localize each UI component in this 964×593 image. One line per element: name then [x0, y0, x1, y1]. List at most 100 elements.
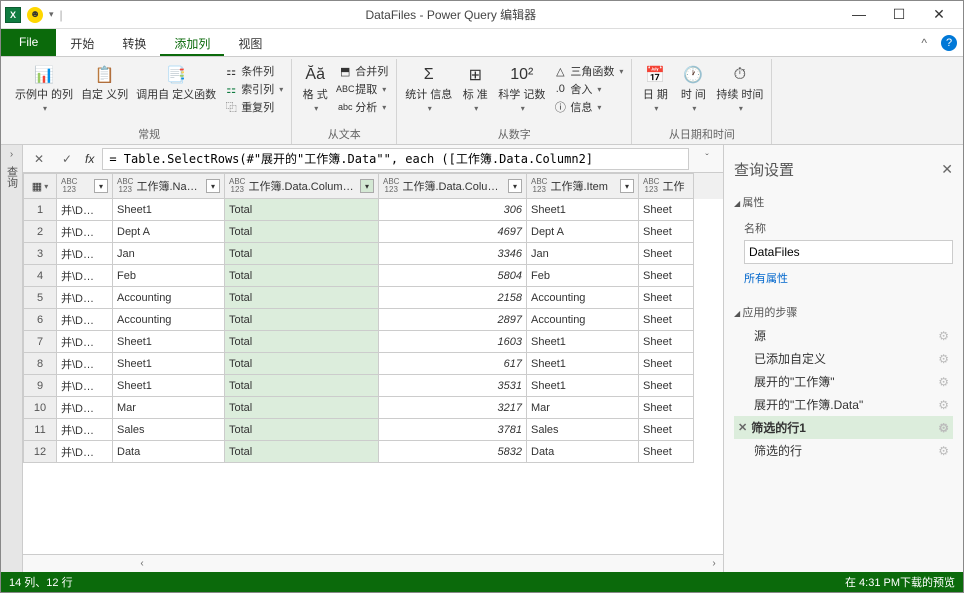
cell[interactable]: 4697 — [379, 221, 527, 243]
cell[interactable]: Total — [225, 419, 379, 441]
cell[interactable]: Data — [113, 441, 225, 463]
cell[interactable]: Sheet1 — [113, 375, 225, 397]
cell[interactable]: Feb — [527, 265, 639, 287]
applied-step[interactable]: 已添加自定义⚙ — [734, 347, 953, 370]
merge-columns-button[interactable]: ⬒合并列 — [338, 63, 388, 79]
properties-section[interactable]: 属性 — [734, 188, 953, 214]
duplicate-column-button[interactable]: ⿻重复列 — [224, 99, 283, 115]
maximize-button[interactable]: ☐ — [879, 6, 919, 23]
row-number[interactable]: 11 — [23, 419, 57, 441]
format-button[interactable]: Ăă格 式▾ — [300, 63, 330, 113]
cell[interactable]: Sheet — [639, 265, 694, 287]
cell[interactable]: Total — [225, 221, 379, 243]
index-column-button[interactable]: ⚏索引列▾ — [224, 81, 283, 97]
cell[interactable]: 5804 — [379, 265, 527, 287]
applied-step[interactable]: 筛选的行⚙ — [734, 439, 953, 462]
queries-rail[interactable]: › 查询 — [1, 145, 23, 572]
cell[interactable]: Sheet — [639, 397, 694, 419]
row-number[interactable]: 10 — [23, 397, 57, 419]
table-row[interactable]: 7并\D…Sheet1Total1603Sheet1Sheet — [23, 331, 723, 353]
horizontal-scrollbar[interactable]: ‹ › — [23, 554, 723, 572]
table-row[interactable]: 2并\D…Dept ATotal4697Dept ASheet — [23, 221, 723, 243]
table-row[interactable]: 1并\D…Sheet1Total306Sheet1Sheet — [23, 199, 723, 221]
cell[interactable]: Total — [225, 199, 379, 221]
cell[interactable]: Sheet — [639, 441, 694, 463]
datatype-icon[interactable]: ABC123 — [229, 178, 245, 194]
row-number[interactable]: 7 — [23, 331, 57, 353]
delete-step-icon[interactable]: ✕ — [738, 421, 747, 434]
information-button[interactable]: ⓘ信息▾ — [553, 99, 623, 115]
gear-icon[interactable]: ⚙ — [938, 375, 949, 389]
cell[interactable]: Sheet — [639, 309, 694, 331]
datatype-icon[interactable]: ABC123 — [117, 178, 133, 194]
table-row[interactable]: 3并\D…JanTotal3346JanSheet — [23, 243, 723, 265]
tab-add-column[interactable]: 添加列 — [160, 29, 224, 56]
column-header[interactable]: ABC123▾ — [57, 173, 113, 199]
cell[interactable]: Sheet — [639, 375, 694, 397]
cell[interactable]: 并\D… — [57, 221, 113, 243]
datatype-icon[interactable]: ABC123 — [643, 178, 659, 194]
applied-step[interactable]: 展开的"工作簿.Data"⚙ — [734, 393, 953, 416]
row-number[interactable]: 4 — [23, 265, 57, 287]
close-pane-icon[interactable]: ✕ — [941, 161, 953, 178]
cell[interactable]: Mar — [113, 397, 225, 419]
cell[interactable]: Sheet1 — [527, 199, 639, 221]
filter-dropdown-icon[interactable]: ▾ — [94, 179, 108, 193]
help-icon[interactable]: ? — [941, 35, 957, 51]
datatype-icon[interactable]: ABC123 — [531, 178, 547, 194]
standard-button[interactable]: ⊞标 准▾ — [460, 63, 490, 113]
cell[interactable]: 3217 — [379, 397, 527, 419]
column-header[interactable]: ABC123工作簿.Item▾ — [527, 173, 639, 199]
table-row[interactable]: 4并\D…FebTotal5804FebSheet — [23, 265, 723, 287]
column-header[interactable]: ABC123工作簿.Data.Colum…▾ — [379, 173, 527, 199]
parse-button[interactable]: abc分析▾ — [338, 99, 388, 115]
conditional-column-button[interactable]: ⚏条件列 — [224, 63, 283, 79]
table-row[interactable]: 5并\D…AccountingTotal2158AccountingSheet — [23, 287, 723, 309]
cell[interactable]: Total — [225, 397, 379, 419]
cell[interactable]: 并\D… — [57, 287, 113, 309]
cell[interactable]: Sheet1 — [527, 353, 639, 375]
cell[interactable]: 并\D… — [57, 419, 113, 441]
cell[interactable]: 并\D… — [57, 441, 113, 463]
cell[interactable]: Total — [225, 331, 379, 353]
applied-step[interactable]: 展开的"工作簿"⚙ — [734, 370, 953, 393]
row-number[interactable]: 2 — [23, 221, 57, 243]
cell[interactable]: Sheet — [639, 287, 694, 309]
row-number[interactable]: 6 — [23, 309, 57, 331]
cell[interactable]: Sheet1 — [113, 353, 225, 375]
date-button[interactable]: 📅日 期▾ — [640, 63, 670, 113]
qat-dropdown-icon[interactable]: ▾ — [49, 9, 54, 20]
row-number[interactable]: 3 — [23, 243, 57, 265]
rounding-button[interactable]: .0舍入▾ — [553, 81, 623, 97]
cell[interactable]: Sheet1 — [527, 331, 639, 353]
cell[interactable]: 并\D… — [57, 309, 113, 331]
cell[interactable]: 5832 — [379, 441, 527, 463]
cancel-formula-icon[interactable]: ✕ — [29, 152, 49, 166]
cell[interactable]: Jan — [113, 243, 225, 265]
cell[interactable]: 并\D… — [57, 353, 113, 375]
cell[interactable]: Accounting — [113, 309, 225, 331]
accept-formula-icon[interactable]: ✓ — [57, 152, 77, 166]
gear-icon[interactable]: ⚙ — [938, 398, 949, 412]
table-row[interactable]: 11并\D…SalesTotal3781SalesSheet — [23, 419, 723, 441]
cell[interactable]: Total — [225, 375, 379, 397]
cell[interactable]: Sheet — [639, 221, 694, 243]
tab-view[interactable]: 视图 — [224, 29, 276, 56]
tab-file[interactable]: File — [1, 29, 56, 56]
statistics-button[interactable]: Σ统计 信息▾ — [405, 63, 452, 113]
gear-icon[interactable]: ⚙ — [938, 352, 949, 366]
cell[interactable]: Data — [527, 441, 639, 463]
cell[interactable]: Sheet — [639, 419, 694, 441]
table-row[interactable]: 8并\D…Sheet1Total617Sheet1Sheet — [23, 353, 723, 375]
cell[interactable]: Mar — [527, 397, 639, 419]
cell[interactable]: Sales — [113, 419, 225, 441]
collapse-ribbon-icon[interactable]: ^ — [921, 36, 927, 50]
table-row[interactable]: 12并\D…DataTotal5832DataSheet — [23, 441, 723, 463]
gear-icon[interactable]: ⚙ — [938, 329, 949, 343]
cell[interactable]: Accounting — [527, 287, 639, 309]
custom-column-button[interactable]: 📋自定 义列 — [81, 63, 128, 102]
all-properties-link[interactable]: 所有属性 — [744, 264, 953, 292]
cell[interactable]: 3531 — [379, 375, 527, 397]
applied-steps-section[interactable]: 应用的步骤 — [734, 298, 953, 324]
applied-step[interactable]: 源⚙ — [734, 324, 953, 347]
